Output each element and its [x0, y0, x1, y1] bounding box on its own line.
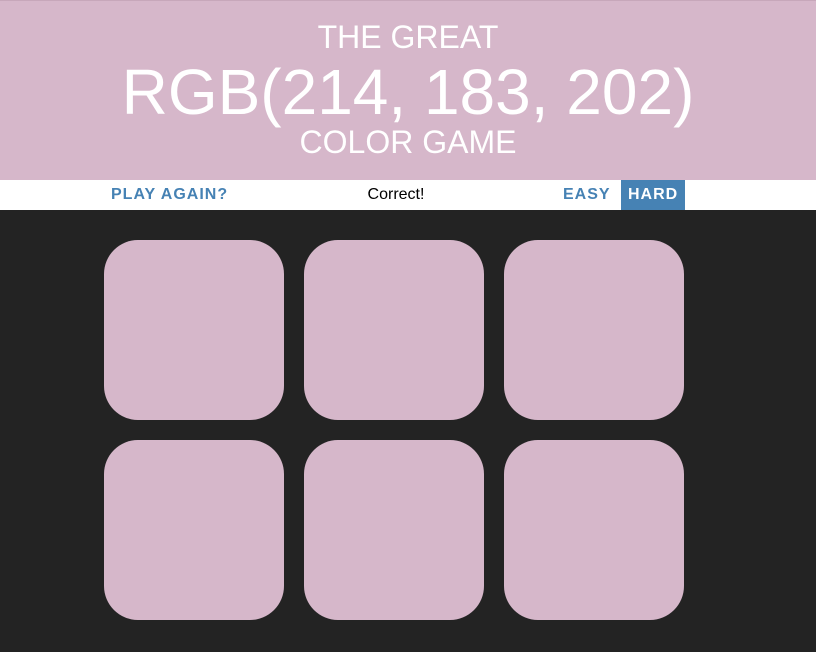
color-square-3[interactable]	[504, 240, 684, 420]
color-square-1[interactable]	[104, 240, 284, 420]
color-square-4[interactable]	[104, 440, 284, 620]
hard-mode-button[interactable]: HARD	[621, 180, 686, 210]
title-top-line: THE GREAT	[317, 19, 499, 55]
play-again-button[interactable]: PLAY AGAIN?	[103, 180, 236, 210]
color-square-6[interactable]	[504, 440, 684, 620]
control-stripe: PLAY AGAIN? Correct! EASY HARD	[0, 180, 816, 210]
easy-mode-button[interactable]: EASY	[556, 180, 618, 210]
color-square-2[interactable]	[304, 240, 484, 420]
squares-grid	[104, 240, 684, 620]
color-square-5[interactable]	[304, 440, 484, 620]
game-header: THE GREAT RGB(214, 183, 202) COLOR GAME	[0, 0, 816, 180]
title-bottom-line: COLOR GAME	[299, 124, 517, 160]
rgb-color-display: RGB(214, 183, 202)	[121, 56, 695, 128]
status-message: Correct!	[367, 186, 425, 203]
